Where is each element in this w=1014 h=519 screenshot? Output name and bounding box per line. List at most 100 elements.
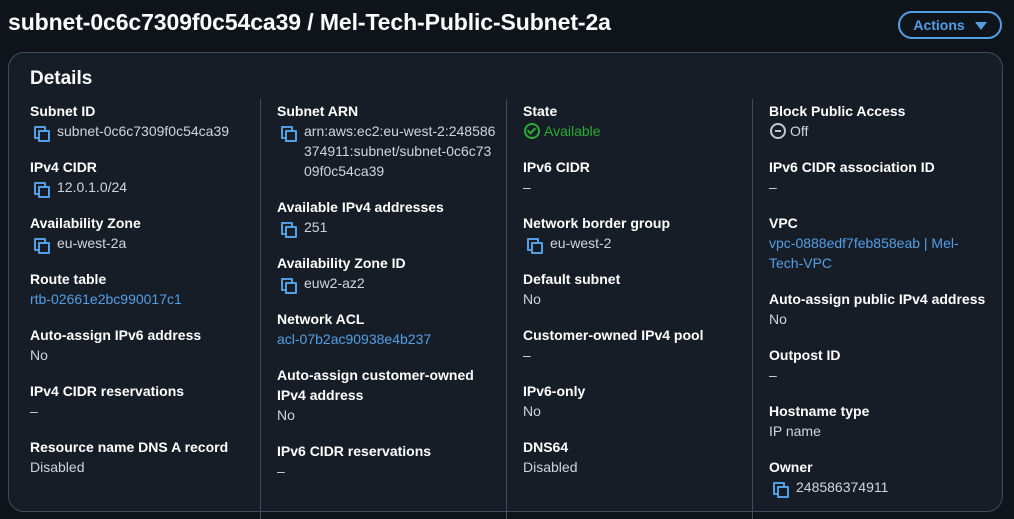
field-outpost-id: Outpost ID – <box>769 345 994 385</box>
field-owner: Owner 248586374911 <box>769 457 994 498</box>
field-value: Disabled <box>523 459 578 475</box>
field-label: Auto-assign customer-owned IPv4 address <box>277 367 474 403</box>
actions-button-label: Actions <box>913 17 965 33</box>
field-value: eu-west-2a <box>57 235 127 251</box>
column-divider <box>506 99 507 519</box>
caret-down-icon <box>974 21 987 30</box>
field-value: – <box>277 463 285 479</box>
actions-button[interactable]: Actions <box>898 11 1002 39</box>
field-ipv4-cidr: IPv4 CIDR 12.0.1.0/24 <box>30 157 245 198</box>
field-network-border-group: Network border group eu-west-2 <box>523 213 743 254</box>
field-label: Network ACL <box>277 311 365 327</box>
network-acl-link[interactable]: acl-07b2ac90938e4b237 <box>277 329 497 349</box>
field-ipv6-cidr: IPv6 CIDR – <box>523 157 743 197</box>
details-title: Details <box>30 68 93 89</box>
field-subnet-arn: Subnet ARN arn:aws:ec2:eu-west-2:2485863… <box>277 101 497 181</box>
field-label: Outpost ID <box>769 347 841 363</box>
field-value: No <box>769 311 787 327</box>
field-label: Subnet ID <box>30 103 96 119</box>
field-availability-zone-id: Availability Zone ID euw2-az2 <box>277 253 497 294</box>
field-label: Route table <box>30 271 107 287</box>
field-label: Availability Zone <box>30 215 141 231</box>
field-label: Auto-assign public IPv4 address <box>769 291 986 307</box>
field-label: Availability Zone ID <box>277 255 406 271</box>
field-value: 251 <box>304 219 328 235</box>
copy-icon[interactable] <box>281 219 297 238</box>
field-ipv6-only: IPv6-only No <box>523 381 743 421</box>
field-value: 12.0.1.0/24 <box>57 179 128 195</box>
field-value: Off <box>790 123 809 139</box>
copy-icon[interactable] <box>281 123 297 142</box>
field-label: IPv6 CIDR <box>523 159 590 175</box>
field-customer-owned-pool: Customer-owned IPv4 pool – <box>523 325 743 365</box>
copy-icon[interactable] <box>34 179 50 198</box>
copy-icon[interactable] <box>527 235 543 254</box>
field-value: No <box>523 291 541 307</box>
field-label: Available IPv4 addresses <box>277 199 444 215</box>
field-value: arn:aws:ec2:eu-west-2:248586374911:subne… <box>304 123 496 179</box>
field-label: Default subnet <box>523 271 621 287</box>
column-divider <box>260 99 261 519</box>
field-label: IPv6 CIDR association ID <box>769 159 935 175</box>
field-available-ipv4: Available IPv4 addresses 251 <box>277 197 497 238</box>
field-label: Network border group <box>523 215 671 231</box>
state-value: Available <box>544 123 601 139</box>
field-value: IP name <box>769 423 821 439</box>
field-label: DNS64 <box>523 439 569 455</box>
field-block-public-access: Block Public Access Off <box>769 101 994 141</box>
page-title: subnet-0c6c7309f0c54ca39 / Mel-Tech-Publ… <box>8 9 611 35</box>
field-label: Subnet ARN <box>277 103 359 119</box>
copy-icon[interactable] <box>34 235 50 254</box>
column-divider <box>752 99 753 519</box>
field-label: State <box>523 103 558 119</box>
status-stopped-icon <box>770 123 786 139</box>
field-default-subnet: Default subnet No <box>523 269 743 309</box>
field-label: VPC <box>769 215 798 231</box>
field-value: – <box>523 347 531 363</box>
field-label: Auto-assign IPv6 address <box>30 327 202 343</box>
field-value: – <box>523 179 531 195</box>
field-ipv4-cidr-reservations: IPv4 CIDR reservations – <box>30 381 245 421</box>
field-value: No <box>523 403 541 419</box>
copy-icon[interactable] <box>34 123 50 142</box>
copy-icon[interactable] <box>773 479 789 498</box>
field-dns64: DNS64 Disabled <box>523 437 743 477</box>
field-label: Block Public Access <box>769 103 906 119</box>
route-table-link[interactable]: rtb-02661e2bc990017c1 <box>30 289 245 309</box>
field-label: IPv4 CIDR reservations <box>30 383 185 399</box>
details-panel: Details Subnet ID subnet-0c6c7309f0c54ca… <box>8 52 1003 519</box>
status-positive-icon <box>524 123 540 139</box>
field-hostname-type: Hostname type IP name <box>769 401 994 441</box>
field-ipv6-cidr-reservations: IPv6 CIDR reservations – <box>277 441 497 481</box>
field-value: – <box>30 403 38 419</box>
field-value: 248586374911 <box>796 479 889 495</box>
field-vpc: VPC vpc-0888edf7feb858eab | Mel-Tech-VPC <box>769 213 994 273</box>
field-label: Customer-owned IPv4 pool <box>523 327 704 343</box>
field-auto-assign-public-ipv4: Auto-assign public IPv4 address No <box>769 289 994 329</box>
field-ipv6-association-id: IPv6 CIDR association ID – <box>769 157 994 197</box>
field-value: subnet-0c6c7309f0c54ca39 <box>57 123 230 139</box>
vpc-link[interactable]: vpc-0888edf7feb858eab | Mel-Tech-VPC <box>769 233 974 273</box>
field-route-table: Route table rtb-02661e2bc990017c1 <box>30 269 245 309</box>
field-value: No <box>30 347 48 363</box>
field-value: euw2-az2 <box>304 275 365 291</box>
field-label: IPv4 CIDR <box>30 159 97 175</box>
field-label: IPv6 CIDR reservations <box>277 443 432 459</box>
field-label: Hostname type <box>769 403 870 419</box>
field-label: IPv6-only <box>523 383 586 399</box>
field-auto-assign-ipv6: Auto-assign IPv6 address No <box>30 325 245 365</box>
field-value: – <box>769 367 777 383</box>
field-auto-assign-customer-ipv4: Auto-assign customer-owned IPv4 address … <box>277 365 497 425</box>
field-value: Disabled <box>30 459 85 475</box>
field-value: eu-west-2 <box>550 235 612 251</box>
field-availability-zone: Availability Zone eu-west-2a <box>30 213 245 254</box>
field-label: Resource name DNS A record <box>30 439 229 455</box>
field-dns-a-record: Resource name DNS A record Disabled <box>30 437 245 477</box>
field-network-acl: Network ACL acl-07b2ac90938e4b237 <box>277 309 497 349</box>
field-subnet-id: Subnet ID subnet-0c6c7309f0c54ca39 <box>30 101 245 142</box>
field-value: – <box>769 179 777 195</box>
copy-icon[interactable] <box>281 275 297 294</box>
field-value: No <box>277 407 295 423</box>
field-label: Owner <box>769 459 813 475</box>
field-state: State Available <box>523 101 743 141</box>
